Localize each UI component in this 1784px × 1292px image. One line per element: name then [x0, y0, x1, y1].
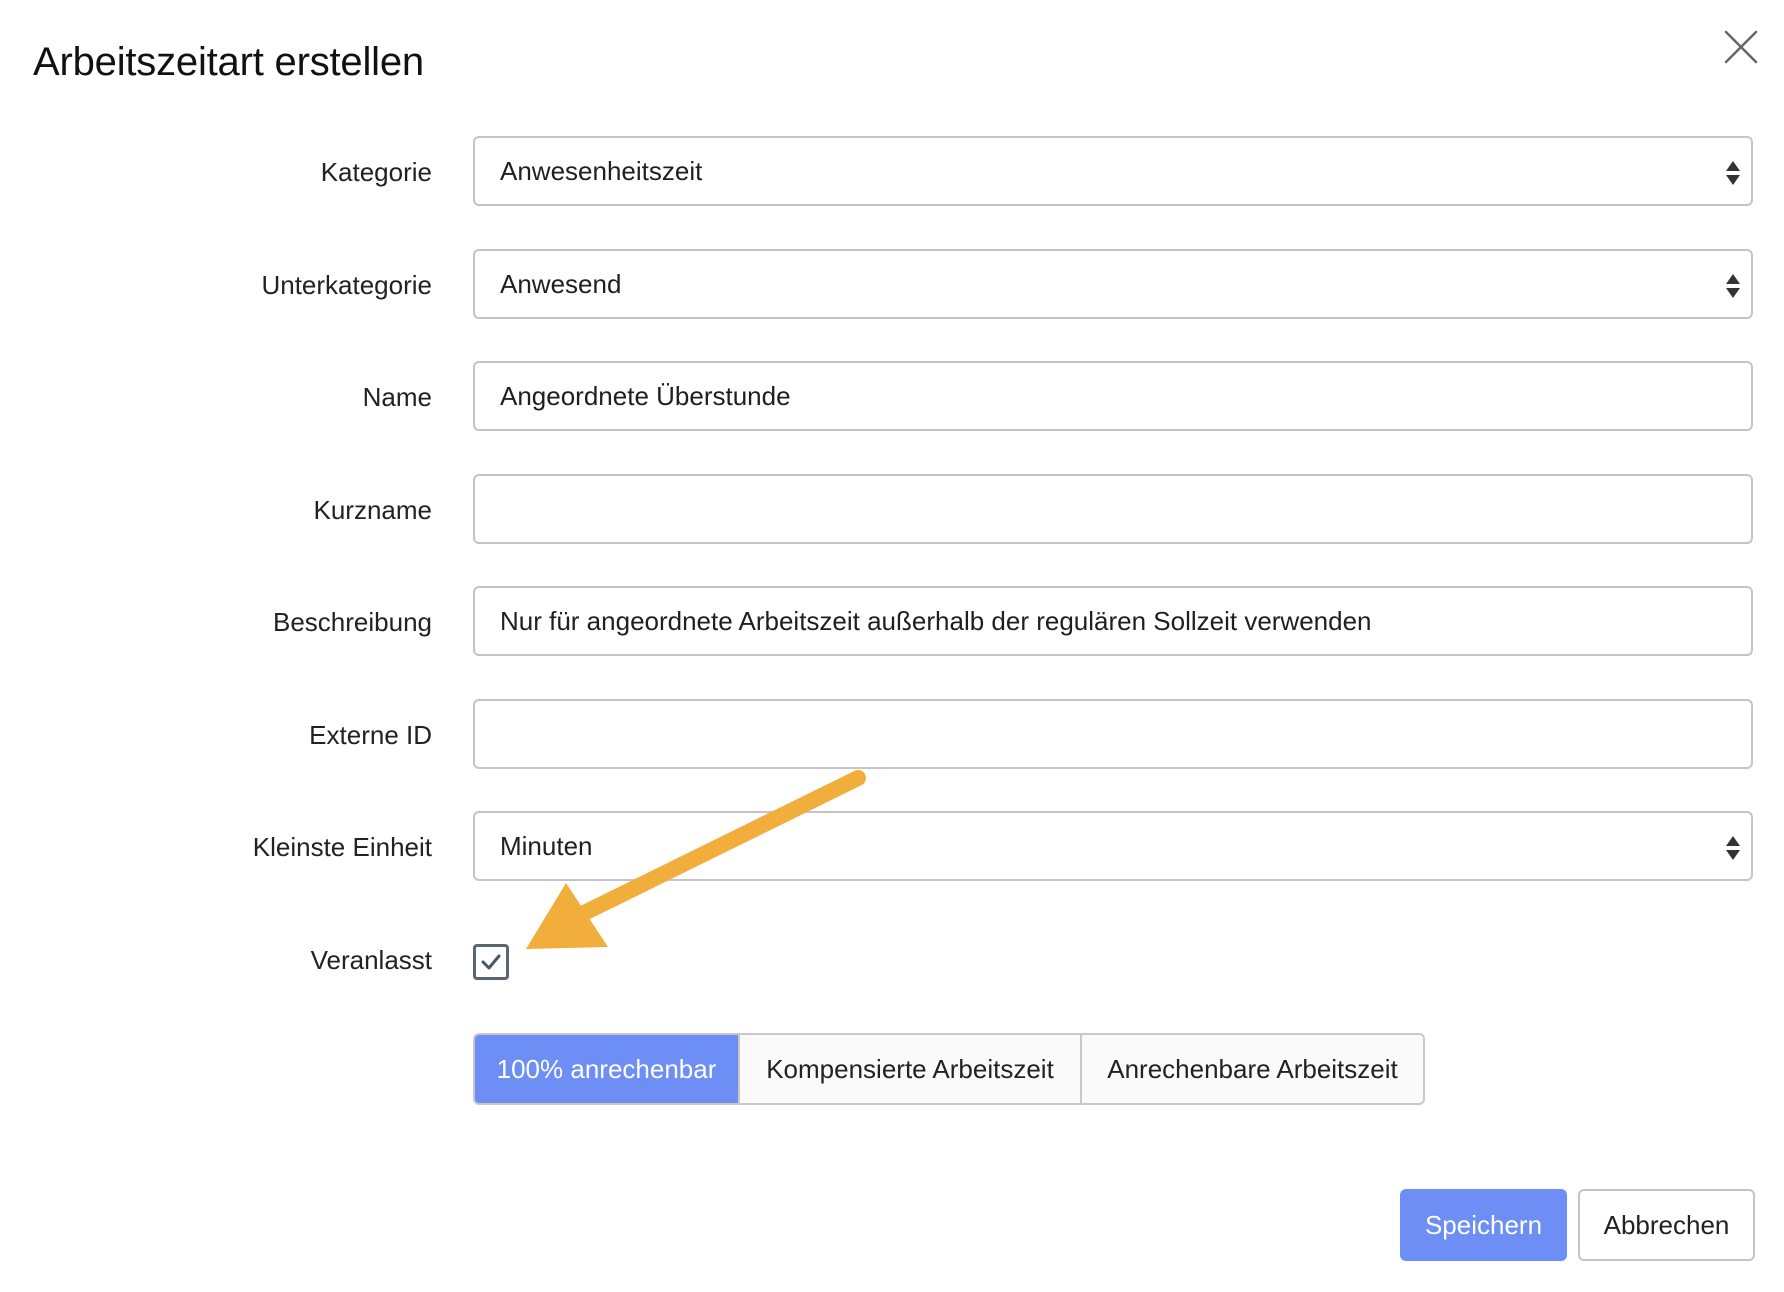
kleinste-einheit-label: Kleinste Einheit: [252, 832, 432, 862]
save-button[interactable]: Speichern: [1400, 1189, 1567, 1261]
name-value: Angeordnete Überstunde: [500, 381, 791, 411]
segment-kompensierte-arbeitszeit[interactable]: Kompensierte Arbeitszeit: [740, 1035, 1082, 1103]
unterkategorie-row: Unterkategorie Anwesend: [0, 249, 1784, 321]
externe-id-label: Externe ID: [309, 720, 432, 750]
kategorie-label: Kategorie: [320, 157, 432, 187]
checkmark-icon: [481, 954, 501, 970]
name-input[interactable]: Angeordnete Überstunde: [473, 361, 1753, 431]
segment-anrechenbare-arbeitszeit[interactable]: Anrechenbare Arbeitszeit: [1082, 1035, 1423, 1103]
veranlasst-row: Veranlasst: [0, 924, 1784, 996]
externe-id-input[interactable]: [473, 699, 1753, 769]
cancel-button[interactable]: Abbrechen: [1578, 1189, 1755, 1261]
kategorie-row: Kategorie Anwesenheitszeit: [0, 136, 1784, 208]
create-worktime-type-dialog: Arbeitszeitart erstellen Kategorie Anwes…: [0, 0, 1784, 1292]
kleinste-einheit-select[interactable]: Minuten: [473, 811, 1753, 881]
dialog-title: Arbeitszeitart erstellen: [33, 40, 424, 84]
close-button[interactable]: [1722, 28, 1760, 66]
name-label: Name: [362, 382, 432, 412]
kurzname-label: Kurzname: [313, 495, 433, 525]
name-row: Name Angeordnete Überstunde: [0, 361, 1784, 433]
kurzname-row: Kurzname: [0, 474, 1784, 546]
kategorie-select[interactable]: Anwesenheitszeit: [473, 136, 1753, 206]
beschreibung-value: Nur für angeordnete Arbeitszeit außerhal…: [500, 606, 1372, 636]
kurzname-input[interactable]: [473, 474, 1753, 544]
unterkategorie-select[interactable]: Anwesend: [473, 249, 1753, 319]
close-icon: [1724, 30, 1758, 64]
kategorie-value: Anwesenheitszeit: [500, 156, 703, 186]
beschreibung-row: Beschreibung Nur für angeordnete Arbeits…: [0, 586, 1784, 658]
select-arrows-icon: [1725, 835, 1741, 861]
unterkategorie-label: Unterkategorie: [261, 270, 432, 300]
veranlasst-label: Veranlasst: [310, 945, 432, 975]
beschreibung-input[interactable]: Nur für angeordnete Arbeitszeit außerhal…: [473, 586, 1753, 656]
veranlasst-checkbox[interactable]: [473, 944, 509, 980]
select-arrows-icon: [1725, 273, 1741, 299]
beschreibung-label: Beschreibung: [273, 607, 432, 637]
unterkategorie-value: Anwesend: [500, 269, 622, 299]
kleinste-einheit-row: Kleinste Einheit Minuten: [0, 811, 1784, 883]
segment-100-anrechenbar[interactable]: 100% anrechenbar: [475, 1035, 740, 1103]
select-arrows-icon: [1725, 160, 1741, 186]
kleinste-einheit-value: Minuten: [500, 831, 593, 861]
work-time-credit-toggle: 100% anrechenbar Kompensierte Arbeitszei…: [473, 1033, 1425, 1105]
externe-id-row: Externe ID: [0, 699, 1784, 771]
